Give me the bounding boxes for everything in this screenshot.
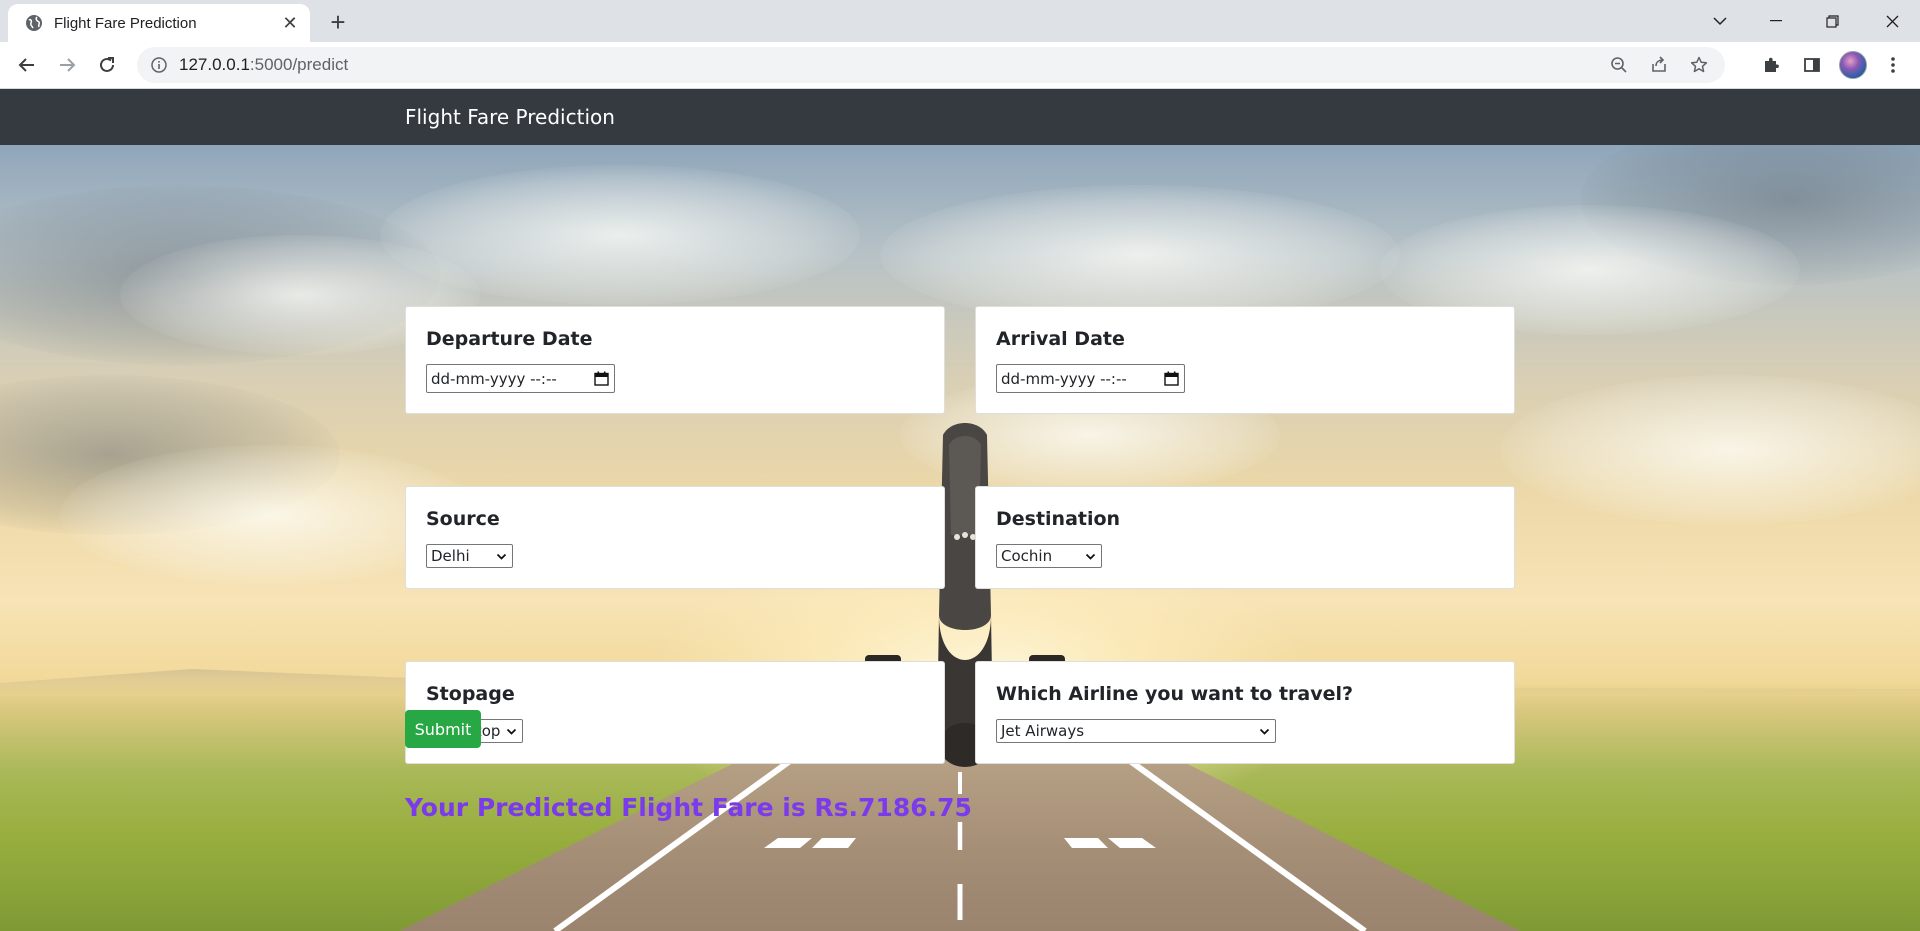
stopage-label: Stopage <box>426 683 515 705</box>
site-navbar: Flight Fare Prediction <box>0 89 1920 145</box>
share-icon[interactable] <box>1647 53 1671 77</box>
predicted-fare-text: Your Predicted Flight Fare is Rs.7186.75 <box>405 793 972 822</box>
destination-label: Destination <box>996 508 1121 530</box>
chevron-down-icon <box>506 728 517 735</box>
chevron-down-icon <box>1259 728 1270 735</box>
url-text: 127.0.0.1:5000/predict <box>179 55 349 74</box>
arrival-date-card: Arrival Date dd-mm-yyyy --:-- <box>975 306 1515 414</box>
source-card: Source Delhi <box>405 486 945 589</box>
browser-menu-icon[interactable] <box>1876 48 1910 82</box>
airline-card: Which Airline you want to travel? Jet Ai… <box>975 661 1515 764</box>
bookmark-star-icon[interactable] <box>1687 53 1711 77</box>
departure-date-card: Departure Date dd-mm-yyyy --:-- <box>405 306 945 414</box>
browser-tabstrip: Flight Fare Prediction ✕ + <box>0 0 1920 42</box>
arrival-date-label: Arrival Date <box>996 328 1125 350</box>
zoom-out-icon[interactable] <box>1607 53 1631 77</box>
browser-toolbar: 127.0.0.1:5000/predict <box>0 42 1920 89</box>
airline-label: Which Airline you want to travel? <box>996 683 1354 705</box>
minimize-button[interactable] <box>1748 0 1804 42</box>
address-bar[interactable]: 127.0.0.1:5000/predict <box>137 47 1725 83</box>
departure-date-input[interactable]: dd-mm-yyyy --:-- <box>426 364 615 393</box>
forward-arrow-icon[interactable] <box>50 48 84 82</box>
back-arrow-icon[interactable] <box>10 48 44 82</box>
new-tab-button[interactable]: + <box>324 8 352 36</box>
destination-select[interactable]: Cochin <box>996 544 1102 568</box>
departure-date-label: Departure Date <box>426 328 593 350</box>
restore-button[interactable] <box>1804 0 1860 42</box>
page-content: Flight Fare Prediction Departure Date dd… <box>0 89 1920 931</box>
globe-icon <box>24 13 44 33</box>
navbar-brand[interactable]: Flight Fare Prediction <box>405 105 615 129</box>
extensions-puzzle-icon[interactable] <box>1754 48 1788 82</box>
profile-avatar[interactable] <box>1836 48 1870 82</box>
side-panel-icon[interactable] <box>1795 48 1829 82</box>
close-window-button[interactable] <box>1864 0 1920 42</box>
calendar-icon[interactable] <box>1164 371 1179 386</box>
stopage-card: Stopage Non-Stop <box>405 661 945 764</box>
destination-card: Destination Cochin <box>975 486 1515 589</box>
close-tab-icon[interactable]: ✕ <box>278 11 302 35</box>
arrival-date-input[interactable]: dd-mm-yyyy --:-- <box>996 364 1185 393</box>
reload-icon[interactable] <box>90 48 124 82</box>
airline-select[interactable]: Jet Airways <box>996 719 1276 743</box>
tab-search-icon[interactable] <box>1692 0 1748 42</box>
source-label: Source <box>426 508 500 530</box>
submit-button[interactable]: Submit <box>405 710 481 748</box>
calendar-icon[interactable] <box>594 371 609 386</box>
chevron-down-icon <box>1085 553 1096 560</box>
site-info-icon[interactable] <box>149 55 169 75</box>
tab-title: Flight Fare Prediction <box>54 14 197 32</box>
browser-tab[interactable]: Flight Fare Prediction ✕ <box>8 4 310 42</box>
source-select[interactable]: Delhi <box>426 544 513 568</box>
chevron-down-icon <box>496 553 507 560</box>
